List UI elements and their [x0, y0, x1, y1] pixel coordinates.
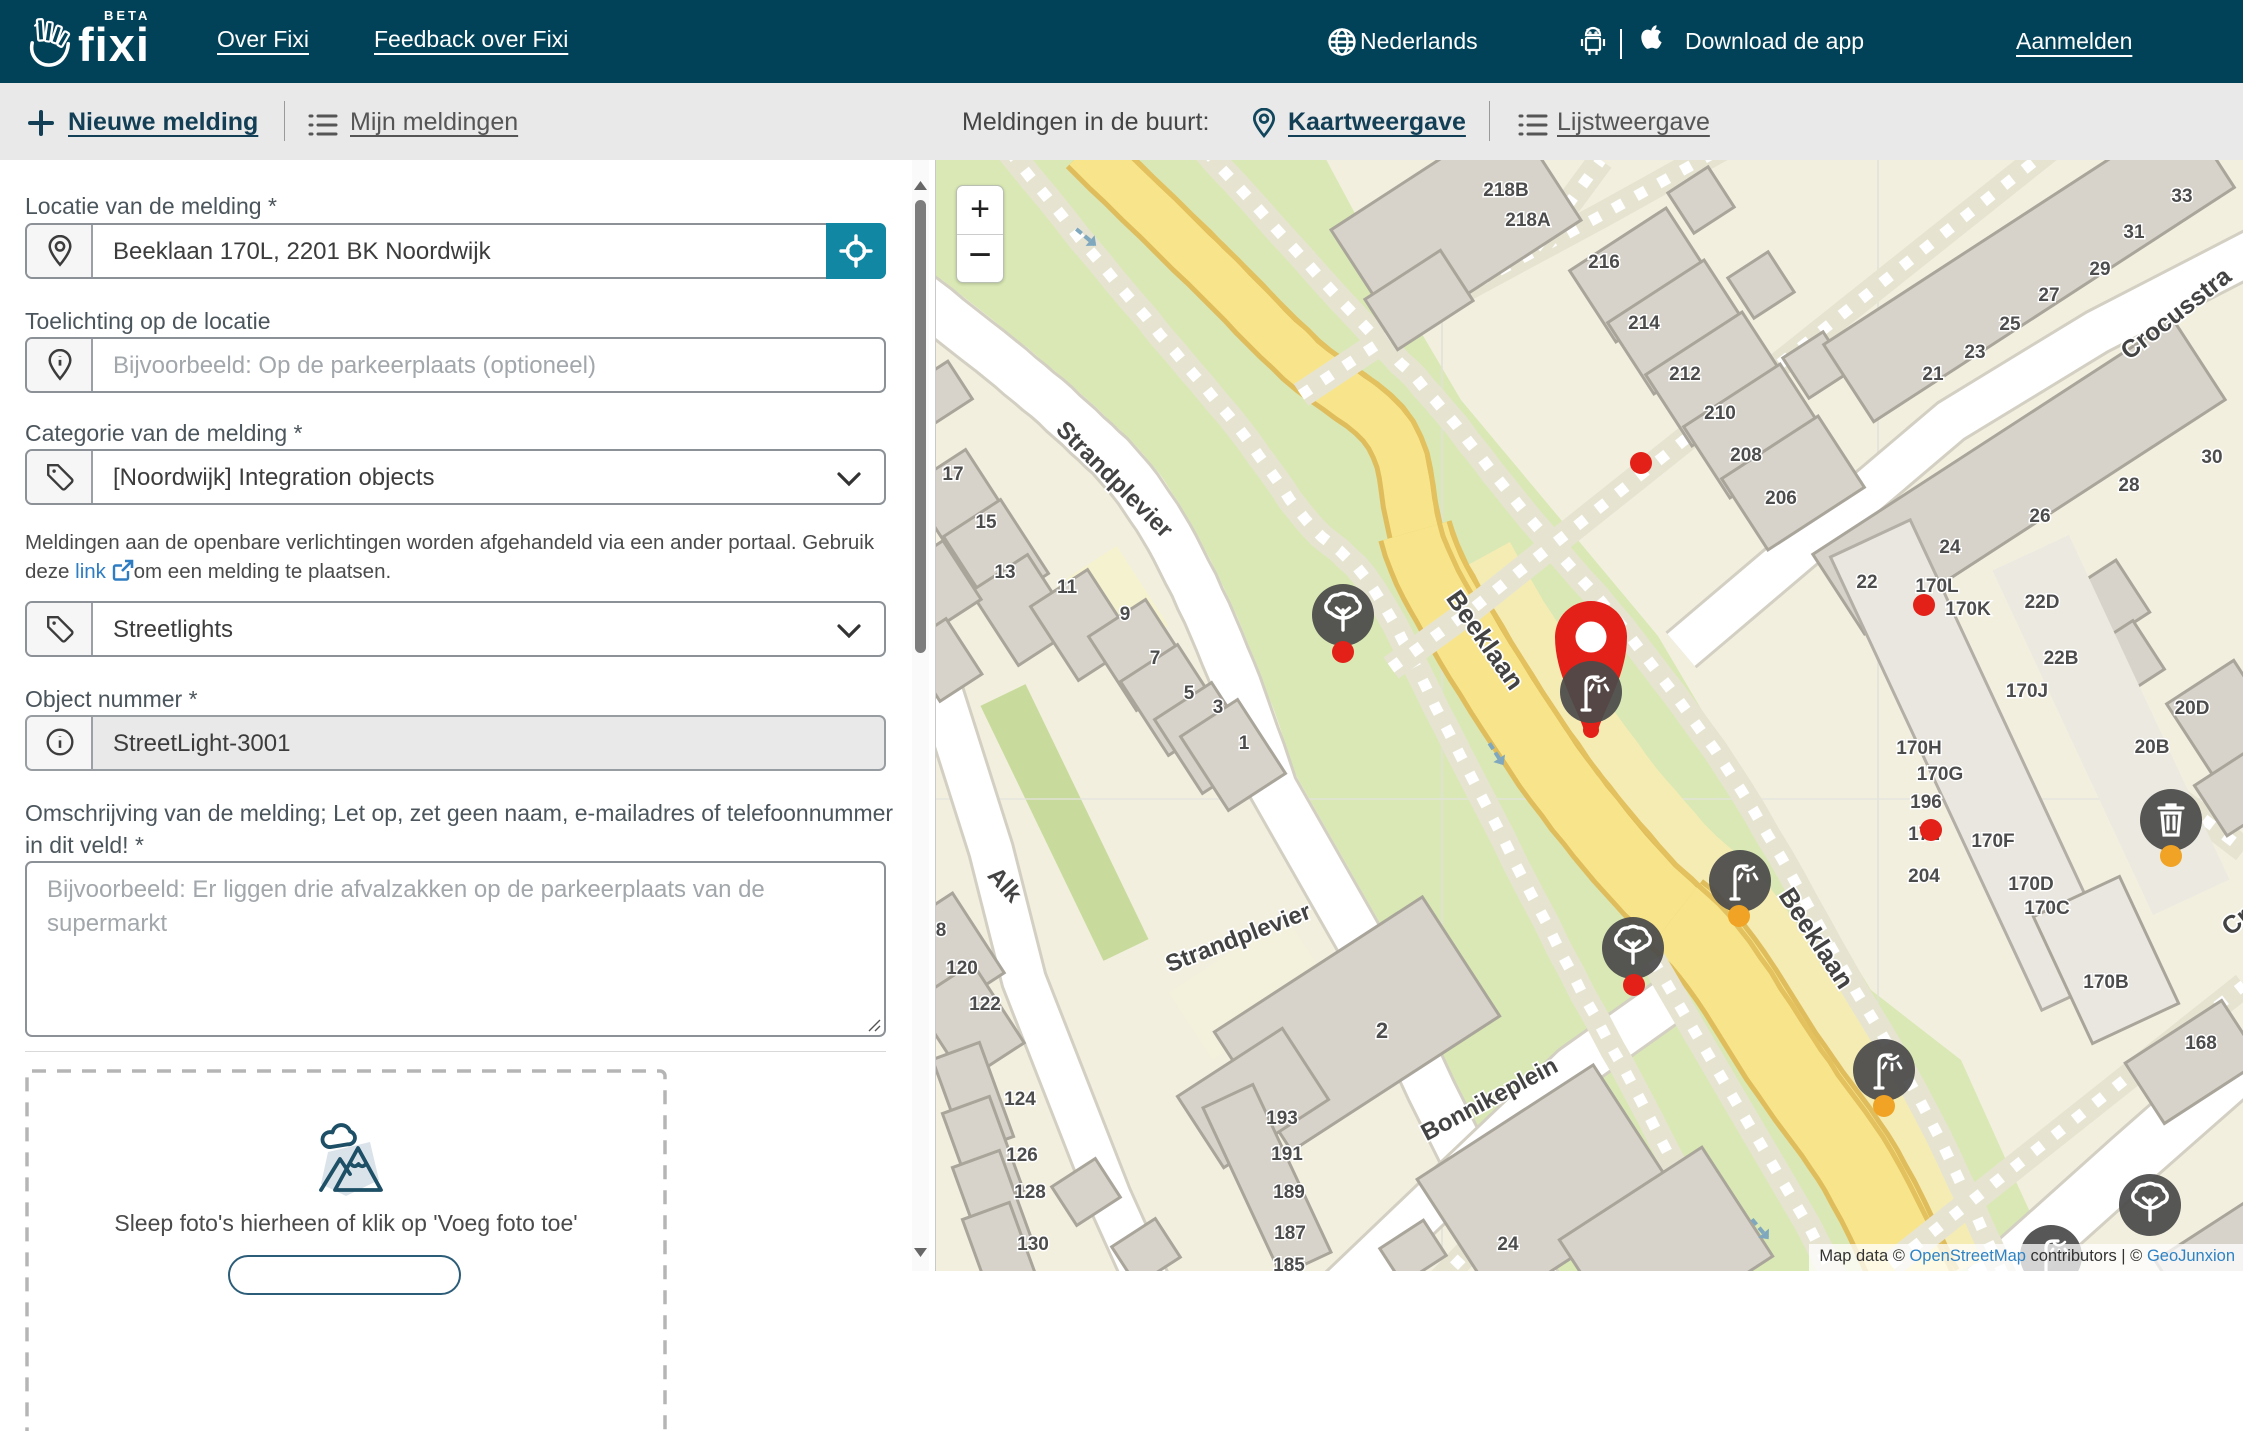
svg-text:1: 1	[1239, 733, 1250, 754]
svg-text:29: 29	[2089, 259, 2110, 280]
svg-text:20D: 20D	[2175, 698, 2210, 719]
svg-text:216: 216	[1588, 252, 1620, 273]
svg-text:218A: 218A	[1505, 210, 1551, 231]
svg-text:214: 214	[1628, 313, 1660, 334]
svg-text:204: 204	[1908, 866, 1940, 887]
svg-text:170K: 170K	[1945, 599, 1991, 620]
svg-text:15: 15	[975, 512, 997, 533]
svg-text:22B: 22B	[2044, 648, 2079, 669]
svg-text:170L: 170L	[1915, 576, 1959, 597]
svg-text:124: 124	[1004, 1089, 1036, 1110]
svg-text:170D: 170D	[2008, 874, 2053, 895]
svg-text:170H: 170H	[1896, 738, 1941, 759]
svg-text:206: 206	[1765, 488, 1797, 509]
svg-text:170C: 170C	[2024, 898, 2070, 919]
svg-text:193: 193	[1266, 1108, 1298, 1129]
svg-text:9: 9	[1120, 604, 1131, 625]
svg-text:31: 31	[2123, 222, 2145, 243]
svg-text:22D: 22D	[2025, 592, 2060, 613]
svg-text:218B: 218B	[1483, 180, 1528, 201]
svg-text:187: 187	[1274, 1223, 1306, 1244]
svg-text:210: 210	[1704, 403, 1736, 424]
svg-text:13: 13	[994, 562, 1015, 583]
svg-text:189: 189	[1273, 1182, 1305, 1203]
svg-text:208: 208	[1730, 445, 1762, 466]
svg-text:3: 3	[1213, 697, 1224, 718]
svg-text:23: 23	[1964, 342, 1985, 363]
svg-text:170J: 170J	[2006, 681, 2048, 702]
svg-text:5: 5	[1184, 683, 1195, 704]
svg-text:196: 196	[1910, 792, 1942, 813]
svg-text:191: 191	[1271, 1144, 1303, 1165]
svg-text:185: 185	[1273, 1255, 1305, 1271]
svg-text:11: 11	[1057, 577, 1078, 598]
svg-text:20B: 20B	[2135, 737, 2170, 758]
svg-text:126: 126	[1006, 1145, 1038, 1166]
svg-text:212: 212	[1669, 364, 1701, 385]
svg-text:25: 25	[1999, 314, 2021, 335]
svg-text:8: 8	[936, 920, 946, 941]
svg-text:24: 24	[1497, 1234, 1519, 1255]
svg-text:17: 17	[942, 464, 963, 485]
svg-text:170G: 170G	[1917, 764, 1963, 785]
svg-text:170F: 170F	[1971, 831, 2014, 852]
svg-text:22: 22	[1856, 572, 1877, 593]
svg-text:2: 2	[1376, 1018, 1388, 1043]
svg-text:28: 28	[2118, 475, 2139, 496]
svg-text:30: 30	[2201, 447, 2222, 468]
svg-text:7: 7	[1150, 648, 1161, 669]
svg-text:122: 122	[969, 994, 1001, 1015]
svg-text:21: 21	[1922, 364, 1944, 385]
svg-text:33: 33	[2171, 186, 2192, 207]
svg-text:130: 130	[1017, 1234, 1049, 1255]
svg-text:26: 26	[2029, 506, 2050, 527]
svg-text:170B: 170B	[2083, 972, 2128, 993]
svg-text:128: 128	[1014, 1182, 1046, 1203]
svg-text:24: 24	[1939, 537, 1961, 558]
svg-text:27: 27	[2038, 285, 2059, 306]
svg-text:120: 120	[946, 958, 978, 979]
svg-text:168: 168	[2185, 1033, 2217, 1054]
